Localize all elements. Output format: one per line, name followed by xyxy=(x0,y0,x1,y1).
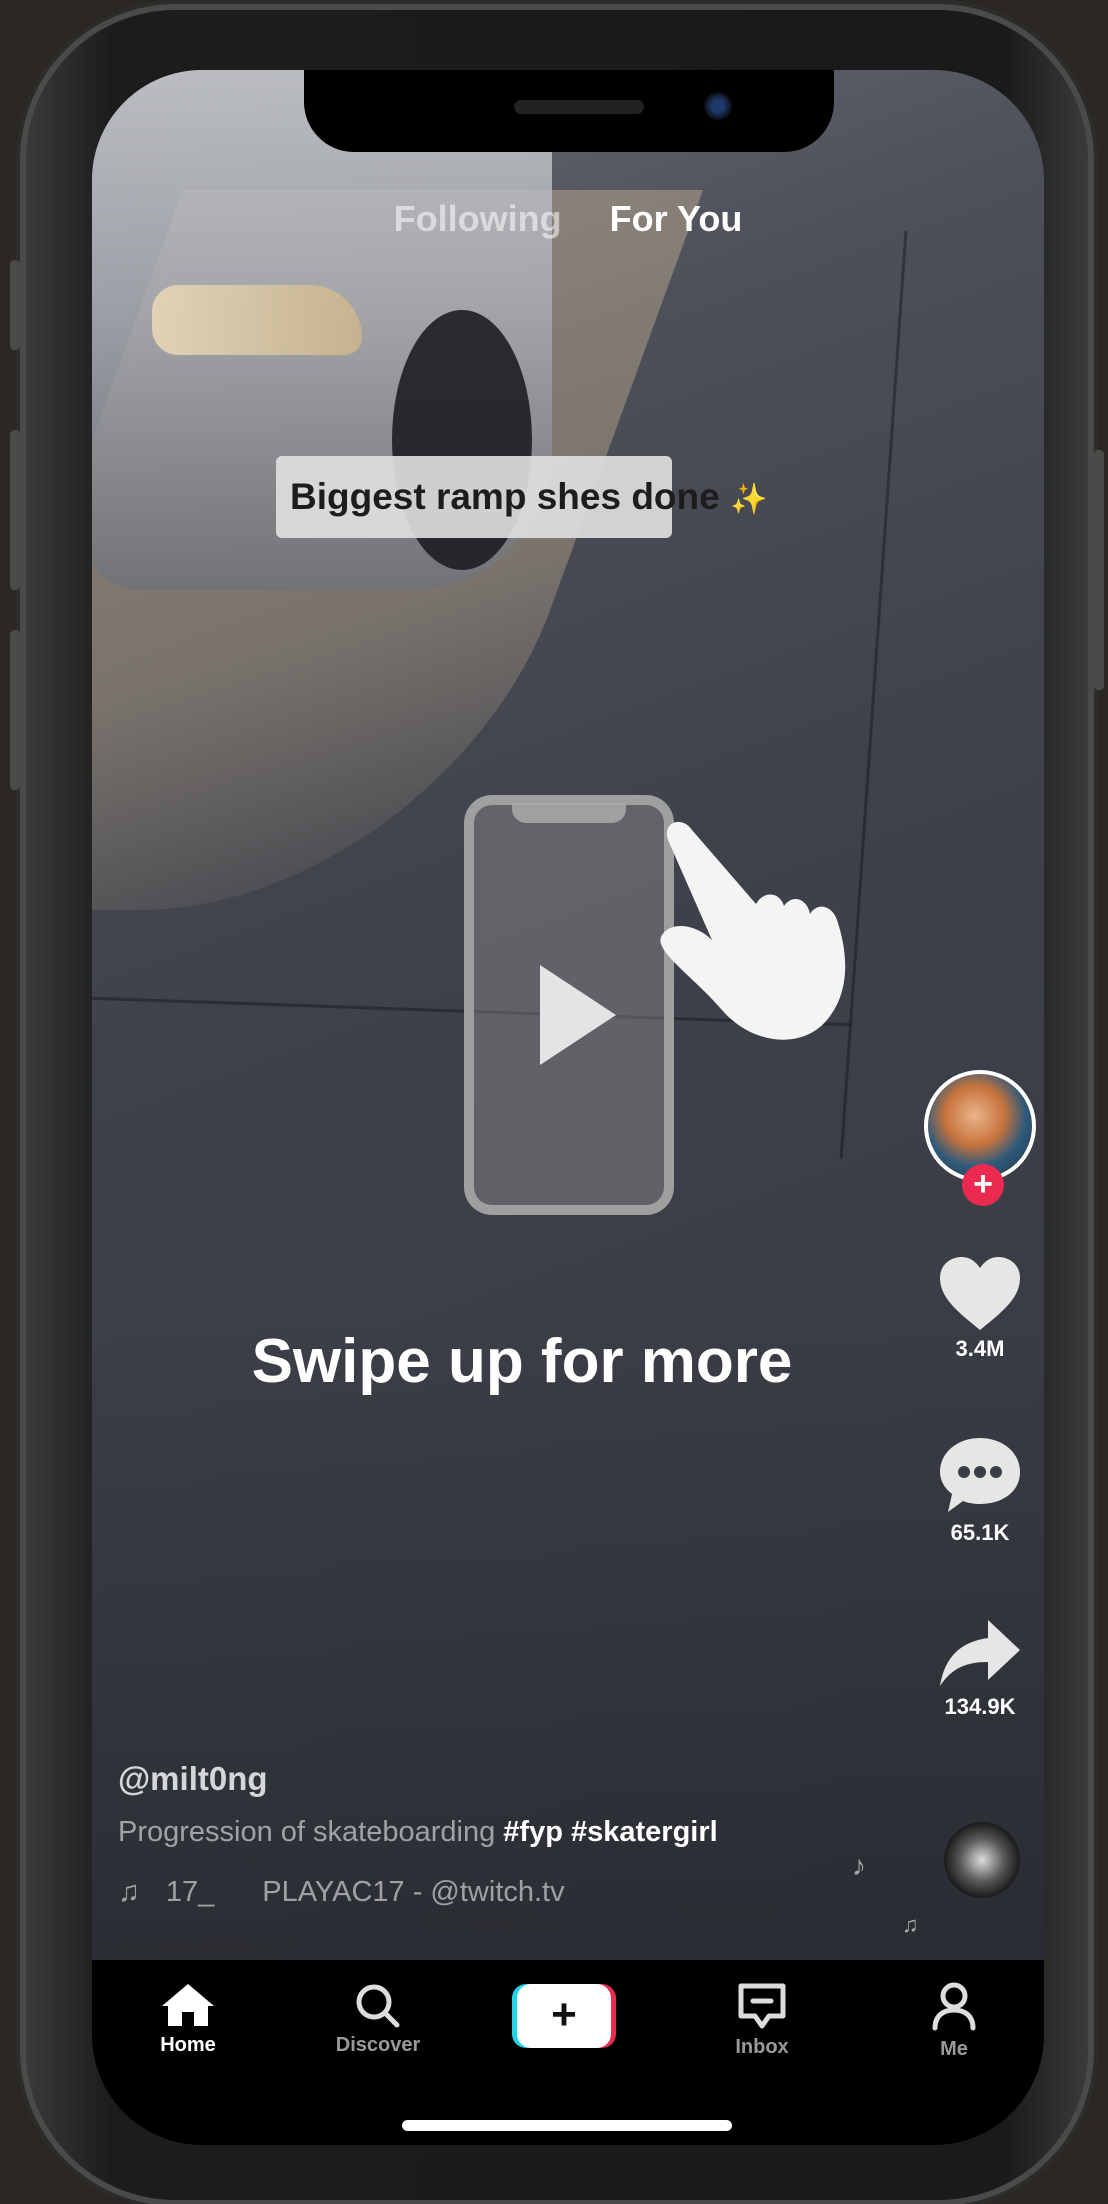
sound-info[interactable]: ♫ 17_ PLAYAC17 - @twitch.tv xyxy=(118,1876,565,1909)
nav-home[interactable]: Home xyxy=(128,1982,248,2057)
creator-username[interactable]: @milt0ng xyxy=(118,1760,268,1798)
front-camera xyxy=(704,92,732,120)
nav-home-label: Home xyxy=(160,2034,216,2056)
comment-count: 65.1K xyxy=(950,1520,1010,1545)
car-headlight xyxy=(152,285,362,355)
create-button[interactable]: + xyxy=(512,1984,616,2048)
nav-discover[interactable]: Discover xyxy=(318,1982,438,2057)
share-count: 134.9K xyxy=(944,1694,1016,1719)
hand-pointer-icon xyxy=(660,821,846,1040)
speaker-grille xyxy=(514,100,644,114)
tab-for-you[interactable]: For You xyxy=(610,198,743,239)
like-count: 3.4M xyxy=(955,1336,1005,1361)
volume-up-button xyxy=(10,430,20,590)
video-description: Progression of skateboarding #fyp #skate… xyxy=(118,1816,718,1849)
heart-icon xyxy=(940,1257,1020,1330)
sound-disc[interactable] xyxy=(944,1822,1020,1898)
nav-inbox[interactable]: Inbox xyxy=(702,1982,822,2059)
hashtags[interactable]: #fyp #skatergirl xyxy=(503,1816,717,1848)
description-text: Progression of skateboarding xyxy=(118,1816,496,1848)
tab-following[interactable]: Following xyxy=(394,198,562,239)
nav-me[interactable]: Me xyxy=(894,1982,1014,2061)
video-caption-sticker: Biggest ramp shes done ✨ xyxy=(276,456,767,538)
bottom-nav: Home Discover + Inbox Me xyxy=(92,1960,1044,2145)
sound-name: PLAYAC17 - @twitch.tv xyxy=(262,1876,565,1908)
home-indicator-bar[interactable] xyxy=(402,2120,732,2131)
music-note-icon: ♫ xyxy=(118,1876,140,1908)
inbox-icon xyxy=(738,1983,786,2029)
phone-notch xyxy=(304,70,834,152)
power-button xyxy=(1094,450,1104,690)
volume-down-button xyxy=(10,630,20,790)
play-icon xyxy=(540,965,616,1065)
plus-icon: + xyxy=(517,1984,611,2048)
nav-discover-label: Discover xyxy=(335,2034,421,2056)
profile-icon xyxy=(932,1982,976,2031)
home-icon xyxy=(162,1984,214,2026)
feed-tabs: Following For You xyxy=(92,198,1044,240)
nav-inbox-label: Inbox xyxy=(735,2036,789,2058)
tutorial-phone-notch xyxy=(512,803,626,823)
swipe-up-hint: Swipe up for more xyxy=(251,1327,793,1396)
comment-icon xyxy=(940,1438,1020,1512)
comment-button[interactable]: 65.1K xyxy=(924,1436,1036,1546)
nav-me-label: Me xyxy=(940,2038,968,2060)
sound-prefix: 17_ xyxy=(165,1876,215,1908)
follow-plus-button[interactable]: + xyxy=(962,1164,1004,1206)
floating-note-icon: ♪ xyxy=(852,1850,866,1881)
tutorial-phone-graphic xyxy=(464,795,674,1215)
video-caption-text: Biggest ramp shes done xyxy=(290,476,720,517)
mute-switch xyxy=(10,260,20,350)
sparkle-icon: ✨ xyxy=(730,483,768,516)
search-icon xyxy=(356,1984,400,2028)
share-icon xyxy=(940,1620,1020,1686)
phone-screen[interactable]: Following For You Biggest ramp shes done… xyxy=(92,70,1044,2145)
like-button[interactable]: 3.4M xyxy=(924,1256,1036,1362)
floating-note-icon: ♫ xyxy=(902,1912,919,1937)
share-button[interactable]: 134.9K xyxy=(924,1616,1036,1720)
